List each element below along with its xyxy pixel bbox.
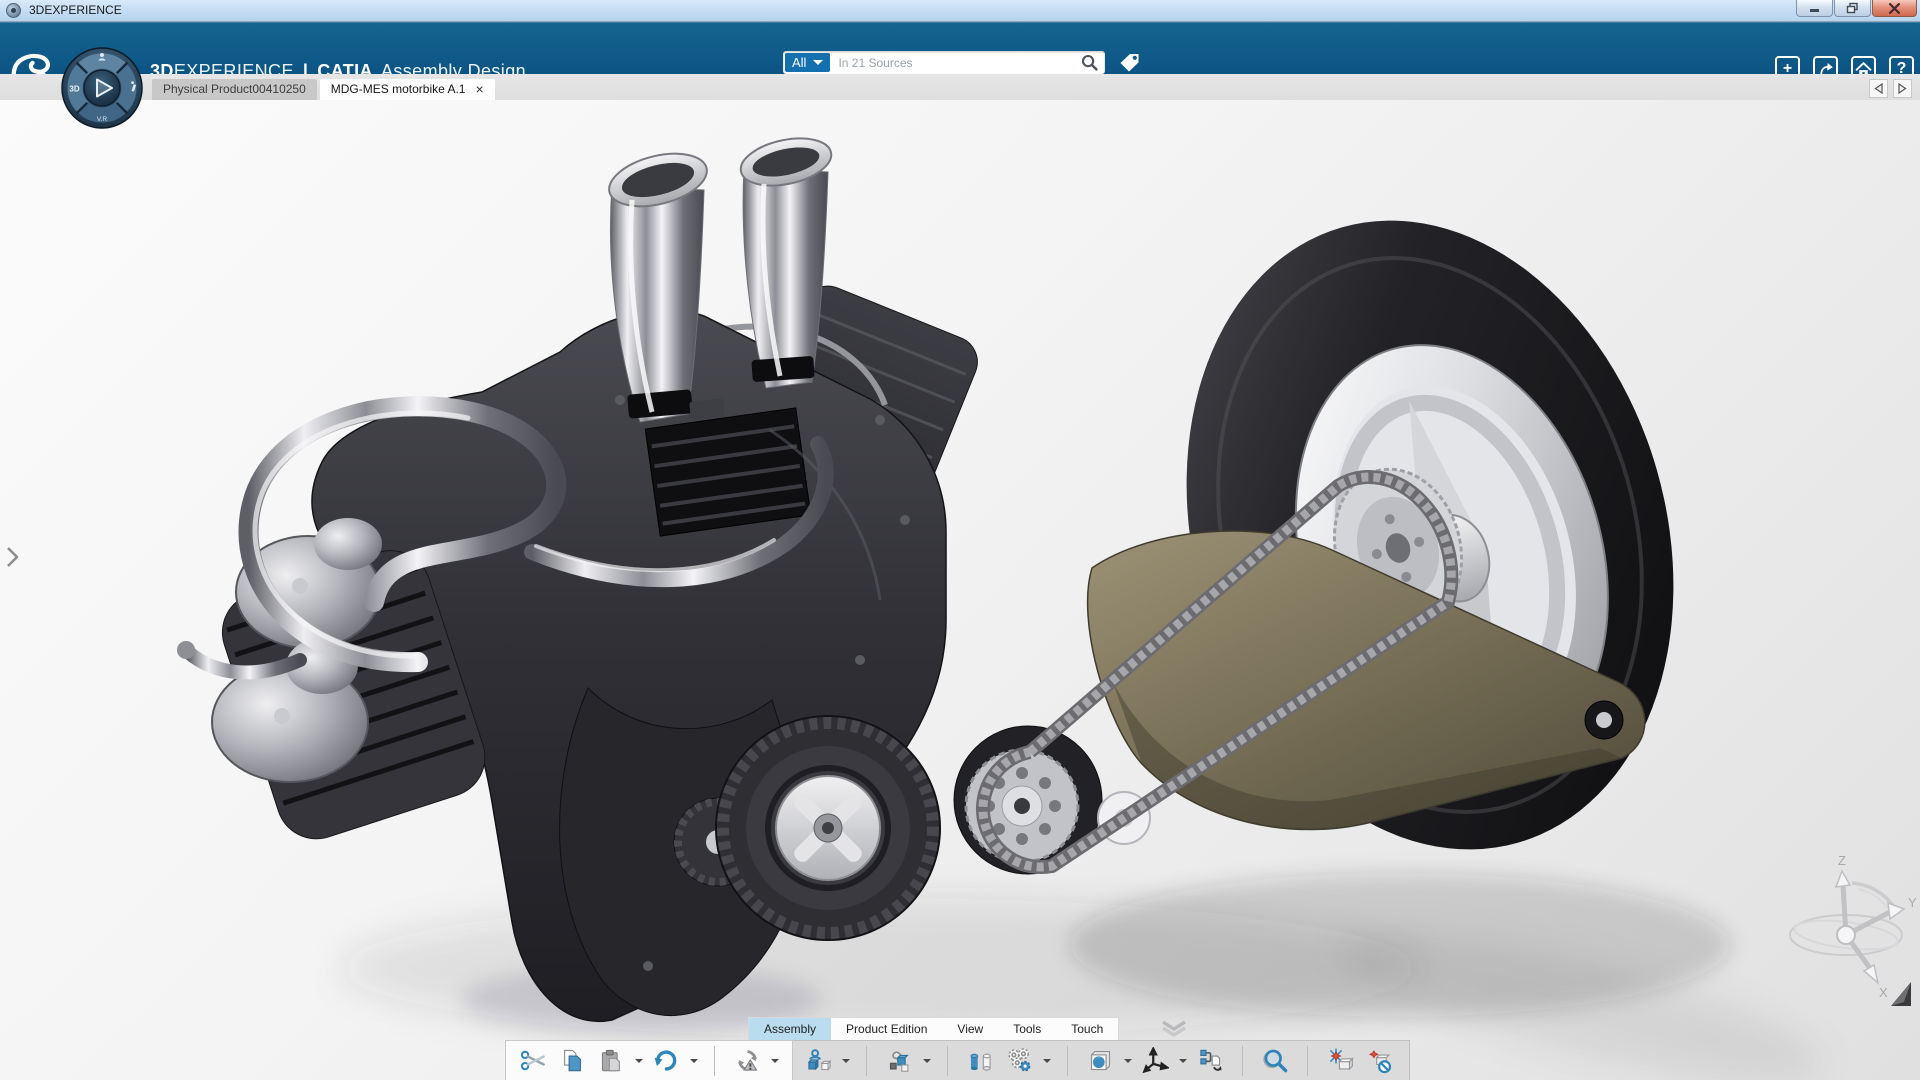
- triangle-right-icon: [1898, 83, 1907, 94]
- toolbar-separator: [947, 1046, 948, 1076]
- axis-y-label: Y: [1908, 895, 1917, 910]
- update-icon: [734, 1047, 761, 1074]
- action-tab-assembly[interactable]: Assembly: [749, 1018, 831, 1041]
- search-icon[interactable]: [1081, 54, 1098, 71]
- os-titlebar: 3DEXPERIENCE: [0, 0, 1920, 22]
- component-session-dropdown[interactable]: [840, 1044, 851, 1078]
- insert-component-dropdown[interactable]: [921, 1044, 932, 1078]
- cut-icon: [520, 1047, 547, 1074]
- chevron-down-icon: [813, 60, 823, 65]
- undo-icon: [653, 1047, 680, 1074]
- axis-system-button[interactable]: [1138, 1044, 1172, 1078]
- left-panel-expander[interactable]: [4, 545, 22, 569]
- clash-detection-button[interactable]: [1323, 1044, 1357, 1078]
- component-session-button[interactable]: [801, 1044, 835, 1078]
- toolbar-separator: [714, 1046, 715, 1076]
- paste-icon: [598, 1047, 625, 1074]
- assembly-pattern-dropdown[interactable]: [1041, 1044, 1052, 1078]
- axis-system-icon: [1142, 1047, 1169, 1074]
- toolbar-assembly-section: [793, 1040, 1410, 1080]
- toolbar-separator: [1067, 1046, 1068, 1076]
- app-icon: [6, 3, 21, 18]
- toolbar-separator: [1307, 1046, 1308, 1076]
- axis-z-label: Z: [1838, 853, 1846, 868]
- tab-label: MDG-MES motorbike A.1: [331, 79, 466, 100]
- search-scope-dropdown[interactable]: All: [785, 53, 830, 72]
- assembly-symmetry-icon: [967, 1047, 994, 1074]
- insert-component-icon: [886, 1047, 913, 1074]
- reorder-children-button[interactable]: [1193, 1044, 1227, 1078]
- global-search-bar: All: [783, 51, 1105, 74]
- search-input[interactable]: [832, 56, 1081, 70]
- close-button[interactable]: [1872, 0, 1917, 17]
- update-button[interactable]: [730, 1044, 764, 1078]
- toolbar-separator: [866, 1046, 867, 1076]
- 3d-model-motorbike-assembly[interactable]: [0, 100, 1920, 1080]
- update-dropdown[interactable]: [769, 1044, 780, 1078]
- compass-west-label: 3D: [69, 85, 79, 94]
- insert-component-button[interactable]: [882, 1044, 916, 1078]
- new-3d-part-icon: [1087, 1047, 1114, 1074]
- cut-button[interactable]: [516, 1044, 550, 1078]
- document-tabstrip: Physical Product00410250 MDG-MES motorbi…: [0, 74, 1920, 100]
- measure-icon: [1262, 1047, 1289, 1074]
- measure-button[interactable]: [1258, 1044, 1292, 1078]
- app-header: 3D V.R 3DEXPERIENCE|CATIAAssembly Design…: [0, 22, 1920, 74]
- compass-south-label: V.R: [97, 116, 108, 123]
- assembly-pattern-icon: [1006, 1047, 1033, 1074]
- undo-dropdown[interactable]: [688, 1044, 699, 1078]
- 3dexperience-compass[interactable]: 3D V.R: [60, 46, 144, 130]
- toolbar-standard-section: [505, 1040, 793, 1080]
- new-3d-part-dropdown[interactable]: [1122, 1044, 1133, 1078]
- toolbar-separator: [1242, 1046, 1243, 1076]
- tab-scroll-controls: [1869, 79, 1912, 98]
- paste-button[interactable]: [594, 1044, 628, 1078]
- tab-physical-product[interactable]: Physical Product00410250: [152, 79, 317, 100]
- restore-button[interactable]: [1834, 0, 1871, 17]
- action-tab-tools[interactable]: Tools: [998, 1018, 1056, 1041]
- undo-button[interactable]: [649, 1044, 683, 1078]
- 3d-viewport[interactable]: Z Y X Assembly Product Edition View Tool…: [0, 100, 1920, 1080]
- mouse-cursor: [1890, 980, 1914, 1008]
- action-tab-touch[interactable]: Touch: [1056, 1018, 1118, 1041]
- axis-system-dropdown[interactable]: [1177, 1044, 1188, 1078]
- action-bar-tabs: Assembly Product Edition View Tools Touc…: [748, 1017, 1119, 1041]
- restore-icon: [1846, 2, 1859, 14]
- minimize-icon: [1809, 3, 1821, 13]
- tab-mdg-mes-motorbike[interactable]: MDG-MES motorbike A.1 ×: [320, 79, 495, 100]
- triangle-left-icon: [1874, 83, 1883, 94]
- action-tab-product-edition[interactable]: Product Edition: [831, 1018, 942, 1041]
- tab-scroll-right-button[interactable]: [1893, 79, 1912, 98]
- search-scope-value: All: [792, 55, 806, 70]
- component-session-icon: [805, 1047, 832, 1074]
- assembly-symmetry-button[interactable]: [963, 1044, 997, 1078]
- axis-x-label: X: [1879, 985, 1888, 1000]
- tag-icon[interactable]: [1118, 51, 1142, 75]
- copy-button[interactable]: [555, 1044, 589, 1078]
- paste-dropdown[interactable]: [633, 1044, 644, 1078]
- new-3d-part-button[interactable]: [1083, 1044, 1117, 1078]
- window-title: 3DEXPERIENCE: [29, 0, 122, 21]
- 3dexperience-window: 3DEXPERIENCE: [0, 0, 1920, 1080]
- copy-icon: [559, 1047, 586, 1074]
- reorder-children-icon: [1197, 1047, 1224, 1074]
- clash-detection-icon: [1327, 1047, 1354, 1074]
- action-bar-collapse-chevron[interactable]: [1160, 1019, 1188, 1037]
- tab-label: Physical Product00410250: [163, 82, 306, 96]
- proximity-analysis-button[interactable]: [1362, 1044, 1396, 1078]
- assembly-pattern-button[interactable]: [1002, 1044, 1036, 1078]
- minimize-button[interactable]: [1796, 0, 1833, 17]
- tab-scroll-left-button[interactable]: [1869, 79, 1888, 98]
- tab-close-icon[interactable]: ×: [475, 79, 483, 100]
- proximity-analysis-icon: [1366, 1047, 1393, 1074]
- close-icon: [1889, 3, 1900, 14]
- window-controls: [1795, 0, 1917, 17]
- action-tab-view[interactable]: View: [942, 1018, 998, 1041]
